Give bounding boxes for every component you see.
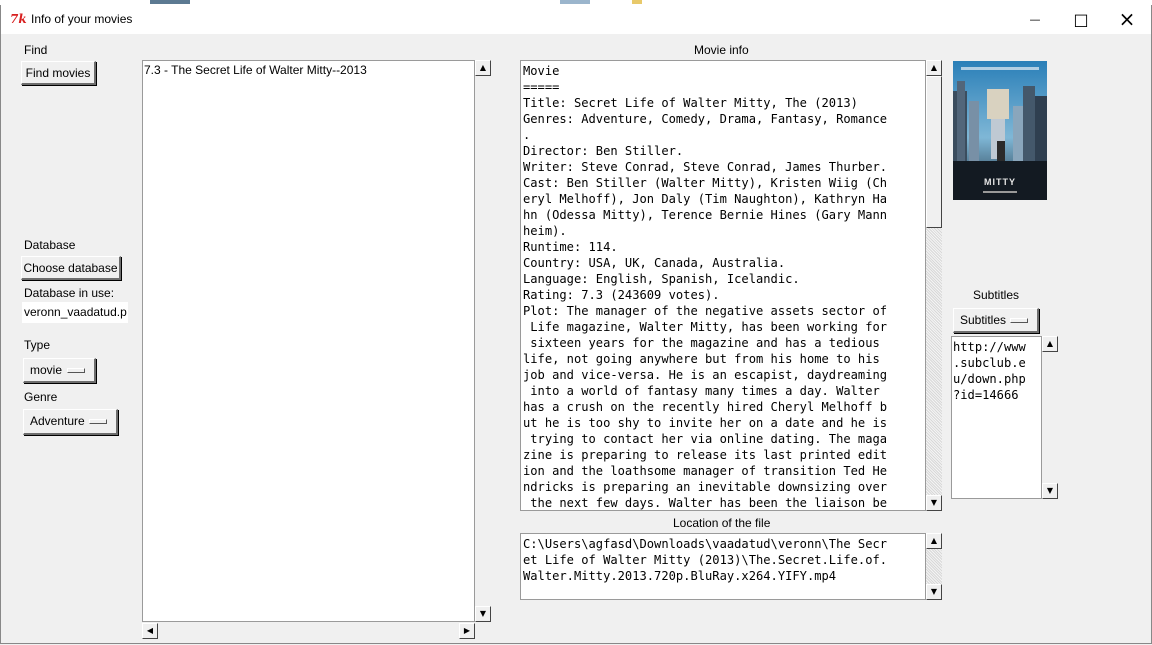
find-movies-button[interactable]: Find movies bbox=[21, 61, 96, 85]
minimize-button[interactable]: — bbox=[1012, 5, 1058, 34]
arrow-down-icon: ▼ bbox=[930, 498, 938, 507]
close-icon: × bbox=[1118, 7, 1136, 31]
scroll-up-button[interactable]: ▲ bbox=[1042, 336, 1058, 352]
subtitles-scrollbar[interactable]: ▲ ▼ bbox=[1042, 336, 1059, 499]
file-location-text: C:\Users\agfasd\Downloads\vaadatud\veron… bbox=[523, 537, 888, 583]
scroll-down-button[interactable]: ▼ bbox=[926, 495, 942, 511]
movie-poster: MITTY bbox=[953, 61, 1047, 200]
arrow-up-icon: ▲ bbox=[930, 63, 938, 72]
results-vertical-scrollbar[interactable]: ▲ ▼ bbox=[475, 60, 492, 622]
scroll-down-button[interactable]: ▼ bbox=[1042, 483, 1058, 499]
scroll-down-button[interactable]: ▼ bbox=[475, 606, 491, 622]
subtitles-dropdown-value: Subtitles bbox=[960, 313, 1007, 327]
option-menu-indicator-icon bbox=[89, 419, 107, 424]
type-label: Type bbox=[24, 338, 51, 352]
scroll-up-button[interactable]: ▲ bbox=[475, 60, 491, 76]
taskbar-thumbnail bbox=[150, 0, 190, 4]
option-menu-indicator-icon bbox=[1010, 318, 1028, 323]
arrow-right-icon: ▶ bbox=[463, 626, 471, 635]
window-title: Info of your movies bbox=[31, 12, 133, 26]
arrow-down-icon: ▼ bbox=[1046, 486, 1054, 495]
database-label: Database bbox=[24, 238, 76, 252]
arrow-down-icon: ▼ bbox=[930, 587, 938, 596]
movie-poster-image: MITTY bbox=[953, 61, 1047, 200]
scroll-left-button[interactable]: ◀ bbox=[142, 623, 158, 639]
file-location-scrollbar[interactable]: ▲ ▼ bbox=[926, 533, 943, 600]
arrow-up-icon: ▲ bbox=[1046, 339, 1054, 348]
arrow-left-icon: ◀ bbox=[146, 626, 154, 635]
minimize-icon: — bbox=[1029, 13, 1041, 26]
maximize-button[interactable]: □ bbox=[1058, 5, 1104, 34]
scroll-down-button[interactable]: ▼ bbox=[926, 584, 942, 600]
genre-dropdown-value: Adventure bbox=[30, 414, 85, 428]
result-list-item[interactable]: 7.3 - The Secret Life of Walter Mitty--2… bbox=[144, 62, 474, 78]
scroll-thumb[interactable] bbox=[926, 76, 942, 228]
maximize-icon: □ bbox=[1073, 10, 1089, 29]
subtitles-text: http://www .subclub.e u/down.php ?id=146… bbox=[953, 340, 1026, 402]
results-listbox[interactable]: 7.3 - The Secret Life of Walter Mitty--2… bbox=[142, 60, 475, 622]
scroll-right-button[interactable]: ▶ bbox=[459, 623, 475, 639]
scroll-up-button[interactable]: ▲ bbox=[926, 60, 942, 76]
type-dropdown[interactable]: movie bbox=[23, 358, 96, 383]
subtitles-heading: Subtitles bbox=[973, 288, 1020, 302]
file-location-textbox[interactable]: C:\Users\agfasd\Downloads\vaadatud\veron… bbox=[520, 533, 926, 600]
tk-feather-icon: 7k bbox=[10, 12, 27, 26]
movie-info-text: Movie ===== Title: Secret Life of Walter… bbox=[523, 64, 888, 510]
scroll-track[interactable] bbox=[926, 549, 942, 584]
scroll-up-button[interactable]: ▲ bbox=[926, 533, 942, 549]
poster-title-text: MITTY bbox=[984, 177, 1016, 187]
find-label: Find bbox=[24, 43, 48, 57]
results-horizontal-scrollbar[interactable]: ◀ ▶ bbox=[142, 622, 475, 639]
subtitles-textbox[interactable]: http://www .subclub.e u/down.php ?id=146… bbox=[951, 336, 1042, 499]
scroll-track[interactable] bbox=[926, 228, 942, 495]
type-dropdown-value: movie bbox=[30, 363, 63, 377]
close-button[interactable]: × bbox=[1104, 5, 1150, 34]
database-in-use-label: Database in use: bbox=[24, 286, 115, 300]
movie-info-textbox[interactable]: Movie ===== Title: Secret Life of Walter… bbox=[520, 60, 926, 511]
arrow-down-icon: ▼ bbox=[479, 609, 487, 618]
taskbar-thumbnail bbox=[560, 0, 590, 4]
genre-dropdown[interactable]: Adventure bbox=[23, 409, 118, 435]
genre-label: Genre bbox=[24, 390, 58, 404]
choose-database-button[interactable]: Choose database bbox=[21, 256, 121, 280]
folder-icon bbox=[632, 0, 642, 4]
option-menu-indicator-icon bbox=[67, 368, 85, 373]
database-in-use-value: veronn_vaadatud.p bbox=[22, 302, 128, 323]
arrow-up-icon: ▲ bbox=[930, 536, 938, 545]
title-bar: 7k Info of your movies — □ × bbox=[0, 5, 1152, 34]
movie-info-heading: Movie info bbox=[694, 43, 749, 57]
file-location-heading: Location of the file bbox=[673, 516, 771, 530]
movie-info-scrollbar[interactable]: ▲ ▼ bbox=[926, 60, 943, 511]
arrow-up-icon: ▲ bbox=[479, 63, 487, 72]
subtitles-dropdown[interactable]: Subtitles bbox=[953, 308, 1039, 333]
